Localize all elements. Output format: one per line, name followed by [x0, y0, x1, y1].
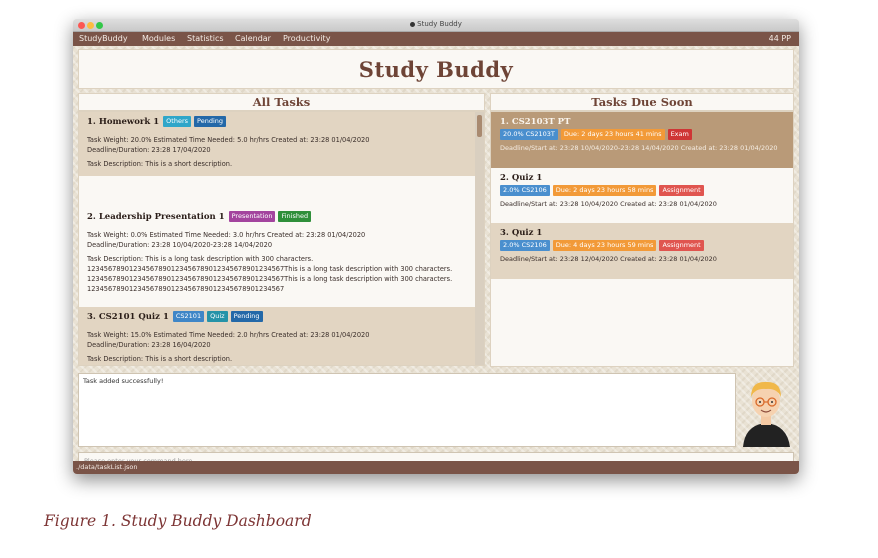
task-status-tag: Pending — [194, 116, 226, 127]
task-description: 1234567890123456789012345678901234567890… — [87, 285, 285, 293]
task-info: Task Weight: 15.0% Estimated Time Needed… — [87, 331, 370, 339]
task-info: Task Weight: 0.0% Estimated Time Needed:… — [87, 231, 366, 239]
weight-module-tag: 2.0% CS2106 — [500, 240, 550, 251]
due-soon-card[interactable]: 2. Quiz 1 2.0% CS2106 Due: 2 days 23 hou… — [491, 168, 793, 223]
due-time-tag: Due: 2 days 23 hours 58 mins — [552, 185, 657, 196]
task-type-tag: Quiz — [207, 311, 228, 322]
task-card[interactable]: 2. Leadership Presentation 1 Presentatio… — [79, 207, 477, 307]
task-status-tag: Finished — [278, 211, 312, 222]
menu-studybuddy[interactable]: StudyBuddy — [79, 32, 128, 46]
app-title: Study Buddy — [358, 57, 514, 82]
task-title: 3. CS2101 Quiz 1 — [87, 311, 169, 322]
result-message: Task added successfully! — [83, 377, 164, 385]
task-card[interactable]: 3. CS2101 Quiz 1 CS2101 Quiz Pending Tas… — [79, 307, 477, 365]
task-title: 1. Homework 1 — [87, 116, 160, 127]
all-tasks-title: All Tasks — [78, 93, 485, 111]
due-soon-meta: Deadline/Start at: 23:28 10/04/2020 Crea… — [500, 200, 717, 208]
task-description: Task Description: This is a short descri… — [87, 355, 233, 363]
due-soon-task-title: 2. Quiz 1 — [500, 173, 543, 183]
window-title: Study Buddy — [73, 20, 799, 28]
avatar — [743, 381, 790, 447]
title-bar: Study Buddy — [73, 19, 799, 32]
task-description: Task Description: This is a long task de… — [87, 255, 314, 263]
result-display[interactable]: Task added successfully! — [78, 373, 736, 447]
task-card[interactable]: 1. Homework 1 Others Pending Task Weight… — [79, 112, 477, 176]
app-header: Study Buddy — [78, 49, 794, 89]
due-time-tag: Due: 2 days 23 hours 41 mins — [560, 129, 665, 140]
all-tasks-list[interactable]: 1. Homework 1 Others Pending Task Weight… — [78, 111, 485, 366]
due-soon-list[interactable]: 1. CS2103T PT 20.0% CS2103T Due: 2 days … — [490, 111, 794, 367]
figure-caption: Figure 1. Study Buddy Dashboard — [44, 512, 312, 530]
weight-module-tag: 2.0% CS2106 — [500, 185, 550, 196]
main-content: Study Buddy All Tasks Tasks Due Soon 1. … — [73, 46, 799, 470]
task-type-tag: Others — [163, 116, 192, 127]
task-type-tag: Exam — [667, 129, 692, 140]
menu-productivity[interactable]: Productivity — [283, 32, 330, 46]
due-soon-task-title: 1. CS2103T PT — [500, 117, 571, 127]
task-description: 1234567890123456789012345678901234567890… — [87, 265, 453, 273]
menu-modules[interactable]: Modules — [142, 32, 175, 46]
productivity-points: 44 PP — [768, 34, 791, 43]
task-description: Task Description: This is a short descri… — [87, 160, 233, 168]
app-window: Study Buddy StudyBuddy Modules Statistic… — [73, 19, 799, 474]
menu-calendar[interactable]: Calendar — [235, 32, 271, 46]
task-deadline: Deadline/Duration: 23:28 16/04/2020 — [87, 341, 211, 349]
menu-statistics[interactable]: Statistics — [187, 32, 224, 46]
due-soon-meta: Deadline/Start at: 23:28 10/04/2020-23:2… — [500, 144, 778, 152]
due-soon-card[interactable]: 3. Quiz 1 2.0% CS2106 Due: 4 days 23 hou… — [491, 223, 793, 279]
weight-module-tag: 20.0% CS2103T — [500, 129, 558, 140]
task-title: 2. Leadership Presentation 1 — [87, 211, 225, 222]
task-description: 1234567890123456789012345678901234567890… — [87, 275, 453, 283]
window-title-text: Study Buddy — [417, 20, 462, 28]
app-icon — [410, 21, 416, 27]
scrollbar-thumb[interactable] — [477, 115, 482, 137]
task-module-tag: CS2101 — [172, 311, 205, 322]
menu-bar: StudyBuddy Modules Statistics Calendar P… — [73, 32, 799, 46]
task-type-tag: Presentation — [228, 211, 276, 222]
status-bar: ./data/taskList.json — [73, 461, 799, 474]
due-soon-task-title: 3. Quiz 1 — [500, 228, 543, 238]
due-soon-title: Tasks Due Soon — [490, 93, 794, 111]
avatar-shirt — [743, 423, 790, 447]
due-soon-meta: Deadline/Start at: 23:28 12/04/2020 Crea… — [500, 255, 717, 263]
due-time-tag: Due: 4 days 23 hours 59 mins — [552, 240, 657, 251]
task-type-tag: Assignment — [659, 240, 704, 251]
task-info: Task Weight: 20.0% Estimated Time Needed… — [87, 136, 370, 144]
task-deadline: Deadline/Duration: 23:28 10/04/2020-23:2… — [87, 241, 273, 249]
task-status-tag: Pending — [230, 311, 263, 322]
due-soon-card[interactable]: 1. CS2103T PT 20.0% CS2103T Due: 2 days … — [491, 112, 793, 168]
task-deadline: Deadline/Duration: 23:28 17/04/2020 — [87, 146, 211, 154]
save-location: ./data/taskList.json — [76, 463, 138, 471]
scrollbar[interactable] — [475, 112, 484, 365]
task-type-tag: Assignment — [659, 185, 704, 196]
